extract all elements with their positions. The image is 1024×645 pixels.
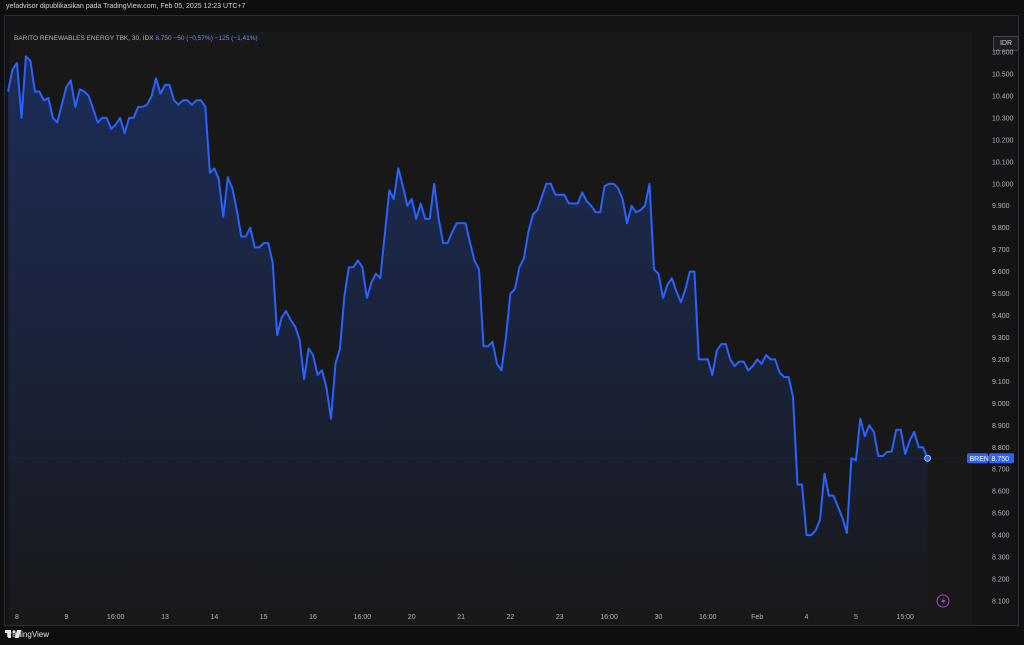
x-tick-label: 4 — [805, 614, 809, 621]
x-tick-label: 15 — [260, 614, 268, 621]
y-tick-label: 10.200 — [992, 137, 1014, 144]
x-tick-label: 5 — [854, 614, 858, 621]
last-price-dot — [924, 454, 931, 462]
y-tick-label: 8.500 — [992, 511, 1010, 518]
x-tick-label: 16 — [309, 614, 317, 621]
x-tick-label: 9 — [64, 614, 68, 621]
y-tick-label: 8.600 — [992, 489, 1010, 496]
price-area-fill — [8, 56, 928, 609]
y-tick-label: 10.400 — [992, 93, 1014, 100]
y-tick-label: 9.800 — [992, 225, 1010, 232]
x-tick-label: 14 — [211, 614, 219, 621]
x-tick-label: Feb — [751, 614, 763, 621]
footer: TradingView — [5, 630, 49, 639]
y-tick-label: 9.900 — [992, 203, 1010, 210]
y-tick-label: 9.200 — [992, 357, 1010, 364]
x-tick-label: 15:00 — [896, 614, 914, 621]
y-tick-label: 8.300 — [992, 555, 1010, 562]
x-tick-label: 23 — [556, 614, 564, 621]
x-tick-label: 21 — [457, 614, 465, 621]
y-tick-label: 8.400 — [992, 533, 1010, 540]
price-tag-symbol: BREN — [970, 456, 989, 463]
y-tick-label: 10.300 — [992, 115, 1014, 122]
y-tick-label: 10.600 — [992, 50, 1014, 57]
y-tick-label: 10.500 — [992, 72, 1014, 79]
x-tick-label: 22 — [507, 614, 515, 621]
y-tick-label: 8.100 — [992, 599, 1010, 606]
y-tick-label: 8.900 — [992, 423, 1010, 430]
x-tick-label: 16:00 — [699, 614, 717, 621]
y-tick-label: 10.100 — [992, 159, 1014, 166]
x-tick-label: 13 — [161, 614, 169, 621]
x-tick-label: 30 — [655, 614, 663, 621]
x-tick-label: 16:00 — [107, 614, 125, 621]
tradingview-logo-icon — [5, 630, 22, 638]
y-tick-label: 9.000 — [992, 401, 1010, 408]
y-tick-label: 8.800 — [992, 445, 1010, 452]
y-tick-label: 9.500 — [992, 291, 1010, 298]
price-chart: 10.600 10.500 10.400 10.300 10.200 10.100 10.0… — [7, 50, 1014, 621]
x-tick-label: 16:00 — [600, 614, 618, 621]
x-tick-label: 8 — [15, 614, 19, 621]
y-tick-label: 9.300 — [992, 335, 1010, 342]
y-tick-label: 10.000 — [992, 181, 1014, 188]
price-tag-value: 8.750 — [992, 456, 1010, 463]
y-tick-label: 9.100 — [992, 379, 1010, 386]
y-tick-label: 8.700 — [992, 467, 1010, 474]
lightning-icon[interactable] — [936, 594, 950, 608]
y-tick-label: 8.200 — [992, 577, 1010, 584]
y-tick-label: 9.400 — [992, 313, 1010, 320]
y-tick-label: 9.600 — [992, 269, 1010, 276]
y-tick-label: 9.700 — [992, 247, 1010, 254]
x-tick-label: 20 — [408, 614, 416, 621]
x-tick-label: 16:00 — [354, 614, 372, 621]
